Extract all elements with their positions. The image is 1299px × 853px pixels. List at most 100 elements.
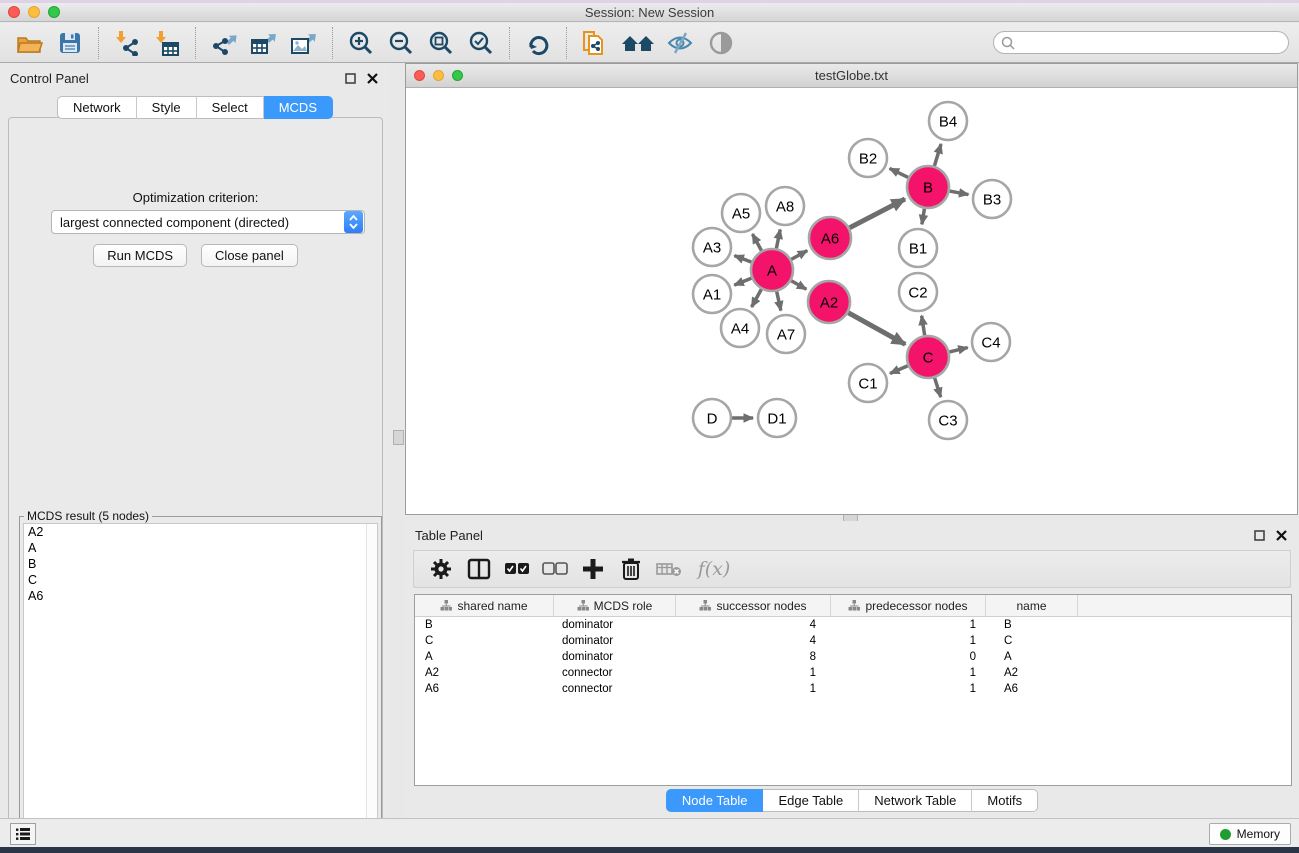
search-input[interactable]	[1015, 36, 1288, 50]
clone-network-button[interactable]	[578, 27, 612, 59]
tab-style[interactable]: Style	[137, 96, 197, 119]
column-header-name[interactable]: name	[986, 595, 1078, 616]
delete-column-button[interactable]	[616, 554, 646, 584]
tab-mcds[interactable]: MCDS	[264, 96, 333, 119]
mcds-result-list[interactable]: A2ABCA6	[23, 523, 378, 852]
edge-B-B3[interactable]	[950, 191, 969, 195]
edge-C-C3[interactable]	[935, 378, 941, 397]
search-icon	[1001, 36, 1015, 50]
zoom-fit-icon	[428, 30, 454, 56]
open-session-button[interactable]	[13, 27, 47, 59]
search-field[interactable]	[993, 31, 1289, 54]
optimization-criterion-label: Optimization criterion:	[9, 190, 382, 205]
column-header-predecessor-nodes[interactable]: predecessor nodes	[831, 595, 986, 616]
node-label-C4: C4	[981, 334, 1000, 351]
table-cell: B	[986, 619, 1078, 631]
edge-A-A6[interactable]	[791, 251, 807, 260]
show-graphics-details-button[interactable]	[704, 27, 738, 59]
run-mcds-button[interactable]: Run MCDS	[93, 244, 187, 267]
hide-graphics-details-button[interactable]	[664, 27, 698, 59]
edge-A-A2[interactable]	[791, 281, 806, 290]
select-all-columns-button[interactable]	[502, 554, 532, 584]
column-header-MCDS-role[interactable]: MCDS role	[554, 595, 676, 616]
save-icon	[59, 32, 81, 54]
table-cell: A	[986, 651, 1078, 663]
vertical-splitter-handle[interactable]	[393, 430, 404, 445]
import-table-button[interactable]	[150, 27, 184, 59]
edge-A-A3[interactable]	[734, 256, 751, 263]
node-table[interactable]: shared nameMCDS rolesuccessor nodesprede…	[414, 594, 1292, 786]
export-table-button[interactable]	[247, 27, 281, 59]
tab-network-table[interactable]: Network Table	[859, 789, 972, 812]
edge-C-C4[interactable]	[949, 348, 967, 352]
edge-B-B4[interactable]	[934, 144, 941, 166]
edge-B-B2[interactable]	[890, 168, 909, 177]
zoom-in-button[interactable]	[344, 27, 378, 59]
delete-table-button[interactable]	[654, 554, 684, 584]
table-float-panel-icon[interactable]	[1251, 527, 1267, 543]
network-canvas[interactable]: AA1A2A3A4A5A6A7A8BB1B2B3B4CC1C2C3C4DD1	[407, 89, 1296, 514]
import-network-button[interactable]	[110, 27, 144, 59]
save-session-button[interactable]	[53, 27, 87, 59]
float-panel-icon[interactable]	[342, 70, 358, 86]
result-item[interactable]: A2	[24, 524, 377, 540]
node-label-A7: A7	[777, 326, 795, 343]
trash-icon	[621, 557, 641, 581]
table-cell: A2	[986, 667, 1078, 679]
result-item[interactable]: A6	[24, 588, 377, 604]
result-item[interactable]: B	[24, 556, 377, 572]
delete-table-icon	[656, 561, 682, 577]
zoom-selected-button[interactable]	[464, 27, 498, 59]
result-item[interactable]: A	[24, 540, 377, 556]
toolbar-separator	[332, 27, 333, 59]
zoom-fit-button[interactable]	[424, 27, 458, 59]
edge-A2-C[interactable]	[848, 313, 905, 345]
export-image-button[interactable]	[287, 27, 321, 59]
edge-A-A1[interactable]	[734, 278, 751, 285]
edge-A-A5[interactable]	[752, 234, 761, 251]
table-row[interactable]: Bdominator41B	[415, 617, 1291, 633]
table-row[interactable]: Adominator80A	[415, 649, 1291, 665]
toolbar-separator	[98, 27, 99, 59]
close-panel-icon[interactable]	[364, 70, 380, 86]
table-close-panel-icon[interactable]	[1273, 527, 1289, 543]
edge-C-C2[interactable]	[922, 316, 925, 336]
column-header-successor-nodes[interactable]: successor nodes	[676, 595, 831, 616]
table-tabs: Node TableEdge TableNetwork TableMotifs	[405, 789, 1299, 812]
edge-A-A7[interactable]	[777, 291, 781, 310]
node-label-C1: C1	[858, 375, 877, 392]
export-network-button[interactable]	[207, 27, 241, 59]
network-window-titlebar: testGlobe.txt	[406, 64, 1297, 88]
function-builder-button[interactable]: f(x)	[692, 554, 736, 584]
table-row[interactable]: Cdominator41C	[415, 633, 1291, 649]
table-row[interactable]: A2connector11A2	[415, 665, 1291, 681]
import-network-icon	[114, 30, 140, 56]
toolbar-separator	[509, 27, 510, 59]
edge-B-B1[interactable]	[922, 209, 925, 225]
edge-A-A8[interactable]	[776, 230, 780, 249]
result-item[interactable]: C	[24, 572, 377, 588]
network-graph-svg: AA1A2A3A4A5A6A7A8BB1B2B3B4CC1C2C3C4DD1	[407, 89, 1296, 514]
table-row[interactable]: A6connector11A6	[415, 681, 1291, 697]
result-scrollbar-track[interactable]	[366, 524, 377, 851]
task-history-button[interactable]	[10, 823, 36, 845]
edge-A-A4[interactable]	[752, 289, 762, 307]
apply-layout-button[interactable]	[521, 27, 555, 59]
tab-motifs[interactable]: Motifs	[972, 789, 1038, 812]
tab-node-table[interactable]: Node Table	[666, 789, 764, 812]
show-column-panel-button[interactable]	[464, 554, 494, 584]
edge-A6-B[interactable]	[850, 199, 905, 228]
table-settings-button[interactable]	[426, 554, 456, 584]
tab-select[interactable]: Select	[197, 96, 264, 119]
tab-network[interactable]: Network	[57, 96, 137, 119]
zoom-out-button[interactable]	[384, 27, 418, 59]
criterion-dropdown[interactable]: largest connected component (directed)	[51, 210, 365, 234]
home-button[interactable]	[618, 27, 658, 59]
close-panel-button[interactable]: Close panel	[201, 244, 298, 267]
tab-edge-table[interactable]: Edge Table	[763, 789, 859, 812]
unselect-all-columns-button[interactable]	[540, 554, 570, 584]
create-column-button[interactable]	[578, 554, 608, 584]
memory-button[interactable]: Memory	[1209, 823, 1291, 845]
edge-C-C1[interactable]	[890, 366, 908, 374]
column-header-shared-name[interactable]: shared name	[415, 595, 554, 616]
